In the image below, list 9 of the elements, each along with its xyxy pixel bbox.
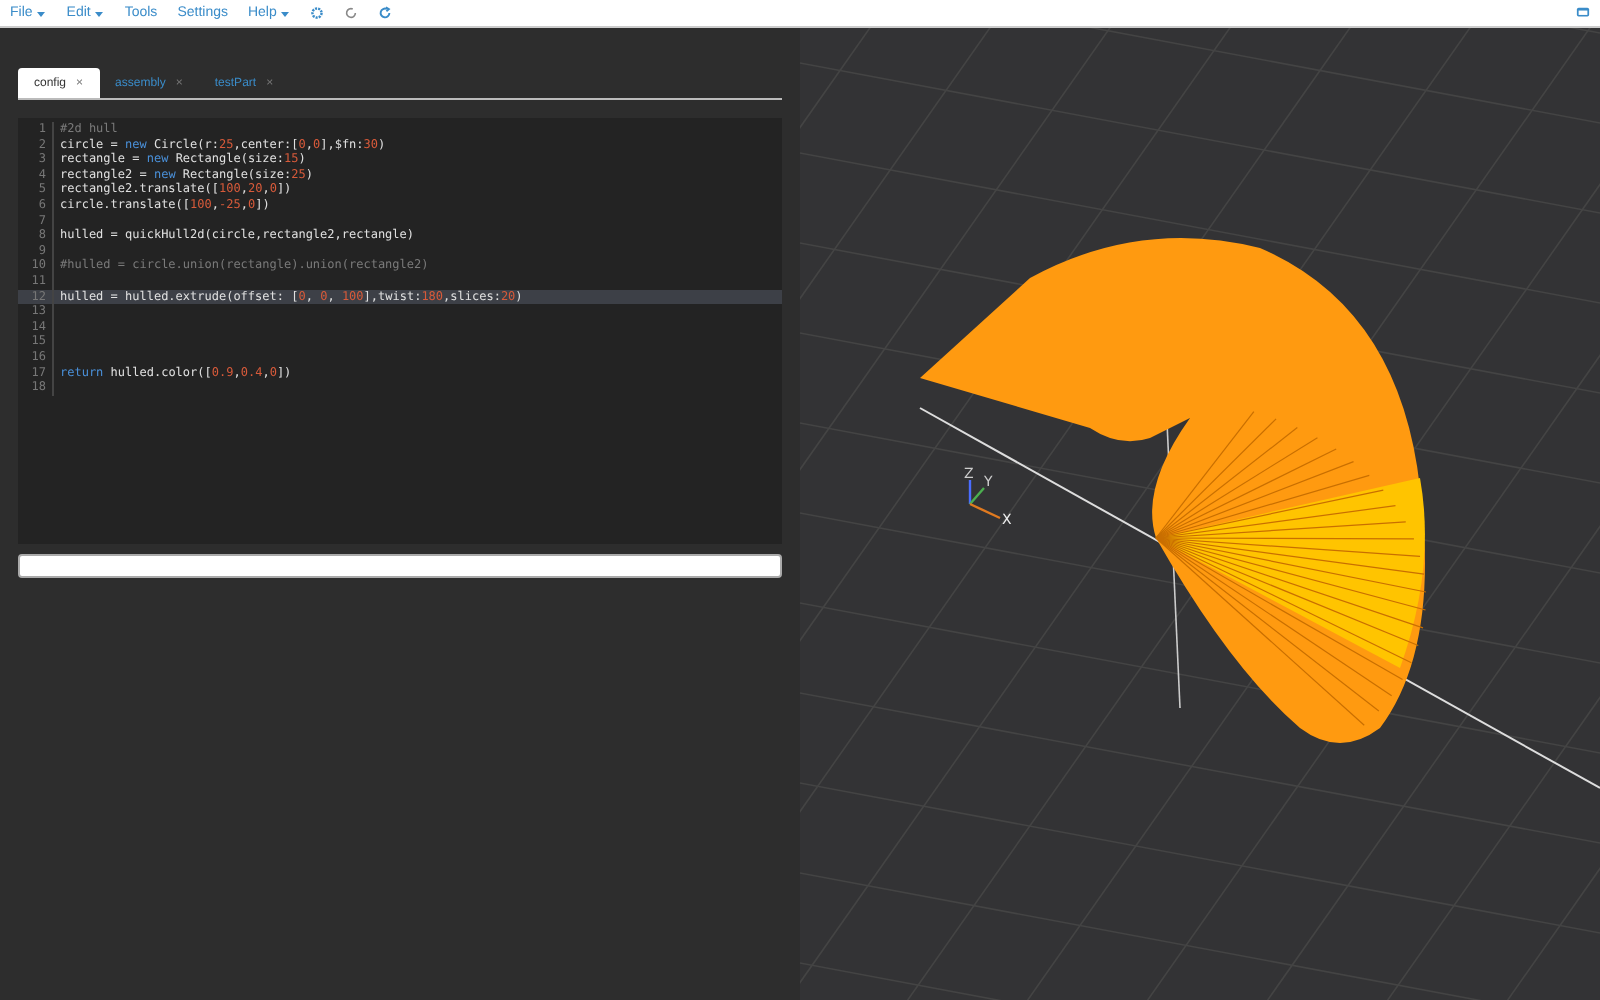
code-editor[interactable] [18, 118, 782, 544]
command-input[interactable] [18, 553, 782, 577]
caret-icon [36, 9, 47, 17]
monitor-icon[interactable] [1576, 6, 1590, 20]
caret-icon [280, 9, 291, 17]
sync-icon[interactable] [378, 6, 393, 20]
caret-icon [94, 9, 105, 17]
refresh-icon[interactable] [344, 6, 359, 20]
gear-icon[interactable] [310, 6, 325, 20]
